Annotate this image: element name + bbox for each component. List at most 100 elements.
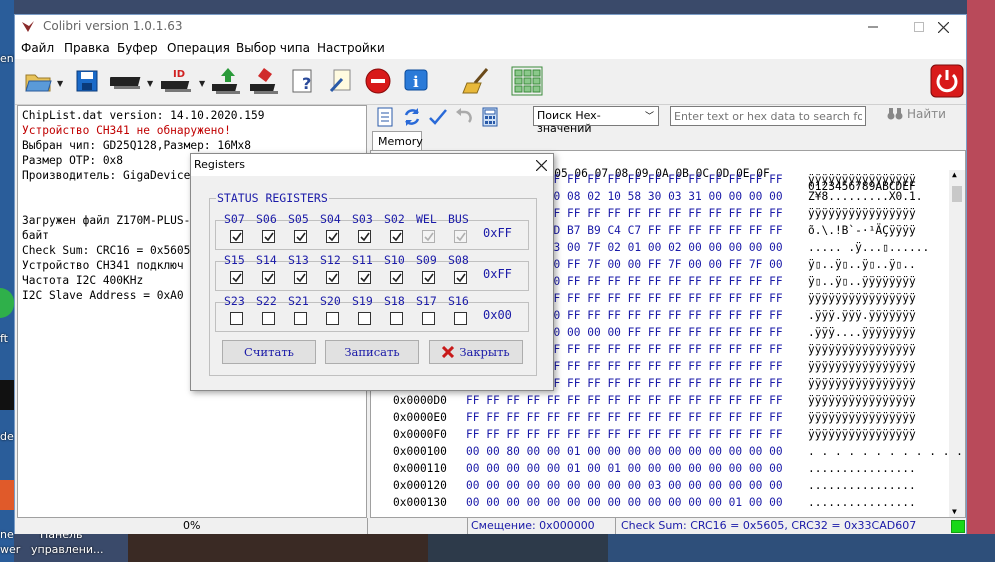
search-input[interactable] [670,106,866,126]
vertical-scrollbar[interactable]: ▲ ▼ [949,170,965,517]
write-registers-button[interactable]: Записать [325,340,419,364]
bit-checkbox[interactable] [294,230,307,243]
log-line: байт [22,229,49,242]
edit-check-icon[interactable] [428,107,448,127]
bit-label: S10 [384,253,405,267]
write-chip-button[interactable] [211,64,245,98]
bit-checkbox[interactable] [294,271,307,284]
hex-ascii: ÿ▯..ÿ▯..ÿ▯..ÿ▯.. [808,258,916,271]
desktop-icon-label[interactable]: wer [0,543,20,556]
read-chip-button[interactable] [109,64,145,98]
bit-checkbox[interactable] [454,271,467,284]
chevron-down-icon[interactable]: ▼ [57,79,63,88]
hex-ascii: ÿÿÿÿÿÿÿÿÿÿÿÿÿÿÿÿ [808,411,916,424]
find-button[interactable]: Найти [887,107,946,121]
erase-chip-button[interactable] [249,64,283,98]
hex-ascii: .ÿÿÿ....ÿÿÿÿÿÿÿÿ [808,326,916,339]
dialog-close-button[interactable] [531,155,551,175]
bit-label: WEL [416,212,437,226]
power-icon [930,64,964,98]
title-bar[interactable]: Colibri version 1.0.1.63 [15,15,966,39]
bit-checkbox[interactable] [358,271,371,284]
bit-label: S06 [256,212,277,226]
bit-checkbox[interactable] [454,312,467,325]
bit-label: S23 [224,294,245,308]
menu-chip-select[interactable]: Выбор чипа [236,41,310,55]
tab-memory[interactable]: Memory [372,131,423,151]
stop-button[interactable] [363,64,393,98]
bit-checkbox[interactable] [422,312,435,325]
desktop-app-icon[interactable] [0,380,14,410]
bit-checkbox[interactable] [230,312,243,325]
undo-icon[interactable] [454,107,474,127]
bit-checkbox[interactable] [422,271,435,284]
desktop-app-icon[interactable] [0,480,14,510]
hex-ascii: .ÿÿÿ.ÿÿÿ.ÿÿÿÿÿÿÿ [808,309,916,322]
bit-checkbox[interactable] [358,230,371,243]
dialog-title: Registers [194,158,246,171]
menu-bar: Файл Правка Буфер Операция Выбор чипа На… [15,39,966,59]
open-button[interactable] [23,64,53,98]
bit-checkbox[interactable] [326,271,339,284]
close-dialog-button[interactable]: Закрыть [429,340,523,364]
grid-view-button[interactable] [509,64,545,98]
dialog-title-bar[interactable]: Registers [191,154,553,176]
menu-file[interactable]: Файл [21,41,54,55]
bit-label: S13 [288,253,309,267]
chevron-down-icon[interactable]: ▼ [199,79,205,88]
bit-checkbox[interactable] [294,312,307,325]
desktop-icon-label[interactable]: управлени... [31,543,104,556]
read-registers-button[interactable]: Считать [222,340,316,364]
refresh-icon[interactable] [402,107,422,127]
bit-label: S03 [352,212,373,226]
close-window-button[interactable] [920,15,966,39]
status-divider [367,518,368,534]
bit-checkbox[interactable] [230,230,243,243]
chevron-down-icon[interactable]: ▼ [147,79,153,88]
log-line: ChipList.dat version: 14.10.2020.159 [22,109,265,122]
status-bar: 0% Смещение: 0x000000 Check Sum: CRC16 =… [15,518,966,534]
desktop-icon-label[interactable]: de [0,430,14,443]
desktop-icon-label[interactable]: ne [0,528,14,541]
status-divider [615,518,616,534]
log-line: Check Sum: CRC16 = 0x5605 [22,244,191,257]
search-mode-select[interactable]: Поиск Hex-значений ﹀ [533,106,659,135]
bit-checkbox[interactable] [390,312,403,325]
info-button[interactable]: i [401,64,431,98]
desktop-icon-label[interactable]: ft [0,332,8,345]
bit-checkbox[interactable] [390,271,403,284]
scrollbar-thumb[interactable] [952,186,962,202]
verify-button[interactable] [327,64,357,98]
log-line: I2C Slave Address = 0xA0 [22,289,184,302]
window-title: Colibri version 1.0.1.63 [43,19,183,33]
bit-checkbox[interactable] [326,230,339,243]
minimize-button[interactable] [850,15,896,39]
save-button[interactable] [73,64,101,98]
menu-settings[interactable]: Настройки [317,41,385,55]
bit-checkbox[interactable] [358,312,371,325]
log-line: Выбран чип: GD25Q128,Размер: 16Mx8 [22,139,252,152]
power-button[interactable] [929,64,965,98]
bit-label: S12 [320,253,341,267]
scroll-down-icon[interactable]: ▼ [952,507,957,516]
menu-buffer[interactable]: Буфер [117,41,158,55]
hex-ascii: . . . . . . . . . . . . [808,445,963,458]
save-disk-icon [76,70,98,92]
clear-log-button[interactable] [459,64,495,98]
bit-checkbox [454,230,467,243]
chip-icon [110,77,141,89]
bit-checkbox[interactable] [262,230,275,243]
scroll-up-icon[interactable]: ▲ [952,170,957,179]
bit-checkbox[interactable] [390,230,403,243]
bit-checkbox[interactable] [230,271,243,284]
chip-id-button[interactable]: ID [159,64,199,98]
calculator-icon[interactable] [482,107,498,127]
menu-edit[interactable]: Правка [64,41,110,55]
chip-id-icon: ID [161,69,191,92]
bit-checkbox[interactable] [326,312,339,325]
bit-checkbox[interactable] [262,271,275,284]
blank-check-button[interactable]: ? [289,64,319,98]
menu-operation[interactable]: Операция [167,41,230,55]
bit-checkbox[interactable] [262,312,275,325]
document-hex-icon[interactable] [376,107,394,127]
